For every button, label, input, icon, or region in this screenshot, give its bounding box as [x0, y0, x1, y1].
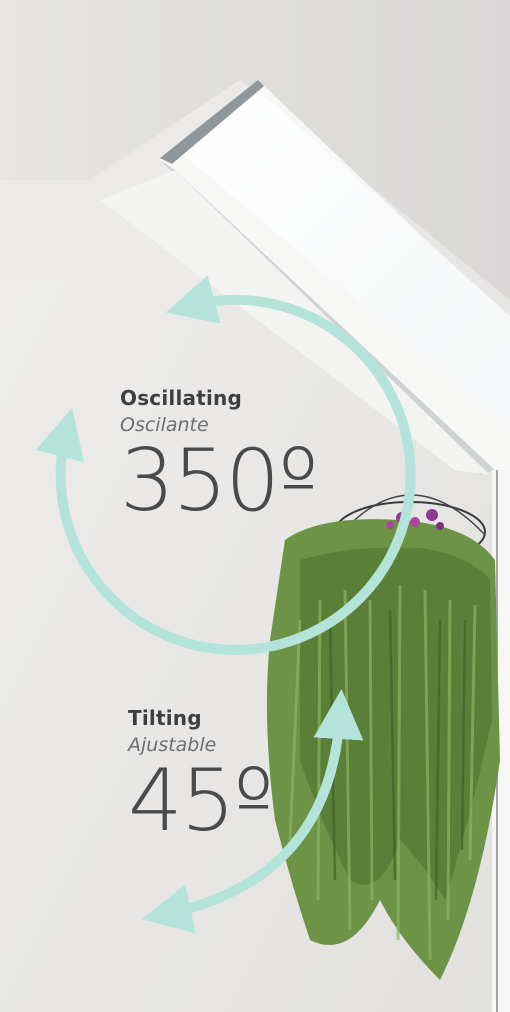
oscillating-degrees: 350º: [120, 431, 319, 531]
tilting-title: Tilting: [128, 706, 202, 730]
tilting-label: Tilting Ajustable 45º: [128, 706, 274, 851]
tilting-degrees: 45º: [128, 751, 274, 851]
oscillating-label: Oscillating Oscilante 350º: [120, 386, 319, 531]
oscillating-title: Oscillating: [120, 386, 242, 410]
